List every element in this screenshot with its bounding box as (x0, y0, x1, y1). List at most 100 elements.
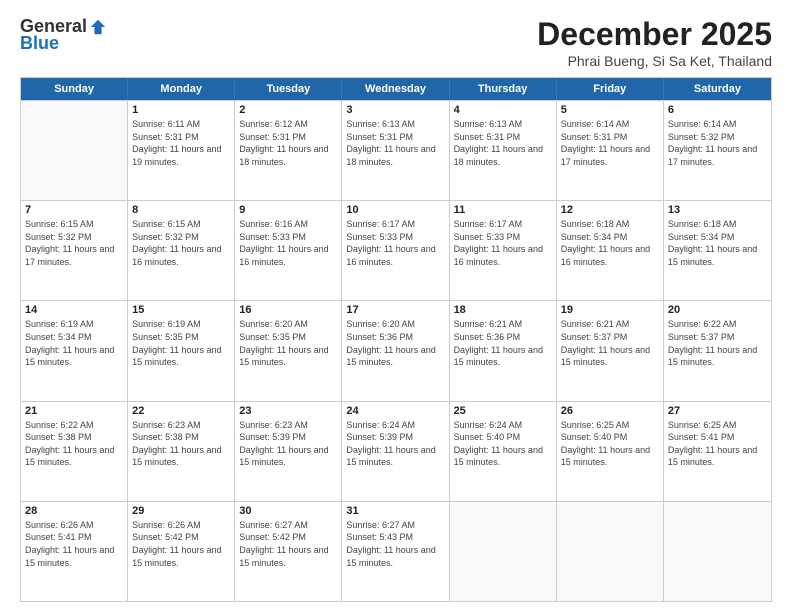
calendar-cell: 14Sunrise: 6:19 AMSunset: 5:34 PMDayligh… (21, 301, 128, 400)
day-number: 25 (454, 405, 552, 417)
calendar-cell (664, 502, 771, 601)
day-number: 12 (561, 204, 659, 216)
cal-header-day: Monday (128, 78, 235, 100)
calendar-cell: 1Sunrise: 6:11 AMSunset: 5:31 PMDaylight… (128, 101, 235, 200)
day-number: 10 (346, 204, 444, 216)
day-number: 5 (561, 104, 659, 116)
day-info: Sunrise: 6:24 AMSunset: 5:40 PMDaylight:… (454, 419, 552, 469)
day-number: 20 (668, 304, 767, 316)
day-info: Sunrise: 6:23 AMSunset: 5:38 PMDaylight:… (132, 419, 230, 469)
day-number: 28 (25, 505, 123, 517)
day-number: 26 (561, 405, 659, 417)
day-number: 21 (25, 405, 123, 417)
day-info: Sunrise: 6:26 AMSunset: 5:41 PMDaylight:… (25, 519, 123, 569)
calendar-cell: 6 Sunrise: 6:14 AMSunset: 5:32 PMDaylight… (664, 101, 771, 200)
day-info: Sunrise: 6:15 AMSunset: 5:32 PMDaylight:… (25, 218, 123, 268)
cal-header-day: Saturday (664, 78, 771, 100)
day-info: Sunrise: 6:20 AMSunset: 5:35 PMDaylight:… (239, 318, 337, 368)
calendar-cell: 16 Sunrise: 6:20 AMSunset: 5:35 PMDayligh… (235, 301, 342, 400)
calendar-cell: 20 Sunrise: 6:22 AMSunset: 5:37 PMDayligh… (664, 301, 771, 400)
calendar-cell: 27Sunrise: 6:25 AMSunset: 5:41 PMDayligh… (664, 402, 771, 501)
cal-header-day: Wednesday (342, 78, 449, 100)
day-info: Sunrise: 6:14 AMSunset: 5:32 PMDaylight:… (668, 118, 767, 168)
day-number: 2 (239, 104, 337, 116)
day-number: 1 (132, 104, 230, 116)
calendar-body: 1Sunrise: 6:11 AMSunset: 5:31 PMDaylight… (21, 100, 771, 601)
day-info: Sunrise: 6:13 AMSunset: 5:31 PMDaylight:… (346, 118, 444, 168)
day-number: 4 (454, 104, 552, 116)
day-number: 18 (454, 304, 552, 316)
calendar-cell: 30Sunrise: 6:27 AMSunset: 5:42 PMDayligh… (235, 502, 342, 601)
day-info: Sunrise: 6:18 AMSunset: 5:34 PMDaylight:… (668, 218, 767, 268)
calendar-cell: 31 Sunrise: 6:27 AMSunset: 5:43 PMDayligh… (342, 502, 449, 601)
day-info: Sunrise: 6:25 AMSunset: 5:41 PMDaylight:… (668, 419, 767, 469)
day-info: Sunrise: 6:21 AMSunset: 5:36 PMDaylight:… (454, 318, 552, 368)
calendar-cell: 29Sunrise: 6:26 AMSunset: 5:42 PMDayligh… (128, 502, 235, 601)
calendar-header: SundayMondayTuesdayWednesdayThursdayFrid… (21, 78, 771, 100)
day-info: Sunrise: 6:19 AMSunset: 5:35 PMDaylight:… (132, 318, 230, 368)
calendar-cell: 10 Sunrise: 6:17 AMSunset: 5:33 PMDayligh… (342, 201, 449, 300)
calendar-week: 14Sunrise: 6:19 AMSunset: 5:34 PMDayligh… (21, 300, 771, 400)
day-number: 11 (454, 204, 552, 216)
day-number: 3 (346, 104, 444, 116)
day-info: Sunrise: 6:19 AMSunset: 5:34 PMDaylight:… (25, 318, 123, 368)
day-number: 7 (25, 204, 123, 216)
calendar-cell: 21 Sunrise: 6:22 AMSunset: 5:38 PMDayligh… (21, 402, 128, 501)
day-number: 13 (668, 204, 767, 216)
day-info: Sunrise: 6:24 AMSunset: 5:39 PMDaylight:… (346, 419, 444, 469)
day-number: 30 (239, 505, 337, 517)
day-number: 24 (346, 405, 444, 417)
calendar-week: 28 Sunrise: 6:26 AMSunset: 5:41 PMDayligh… (21, 501, 771, 601)
day-info: Sunrise: 6:17 AMSunset: 5:33 PMDaylight:… (346, 218, 444, 268)
day-info: Sunrise: 6:13 AMSunset: 5:31 PMDaylight:… (454, 118, 552, 168)
day-info: Sunrise: 6:23 AMSunset: 5:39 PMDaylight:… (239, 419, 337, 469)
day-info: Sunrise: 6:17 AMSunset: 5:33 PMDaylight:… (454, 218, 552, 268)
calendar-cell: 23Sunrise: 6:23 AMSunset: 5:39 PMDayligh… (235, 402, 342, 501)
calendar-cell: 15 Sunrise: 6:19 AMSunset: 5:35 PMDayligh… (128, 301, 235, 400)
calendar-cell: 25 Sunrise: 6:24 AMSunset: 5:40 PMDayligh… (450, 402, 557, 501)
month-title: December 2025 (537, 16, 772, 53)
calendar-cell: 5Sunrise: 6:14 AMSunset: 5:31 PMDaylight… (557, 101, 664, 200)
calendar-cell: 12 Sunrise: 6:18 AMSunset: 5:34 PMDayligh… (557, 201, 664, 300)
day-number: 17 (346, 304, 444, 316)
calendar-cell: 3 Sunrise: 6:13 AMSunset: 5:31 PMDaylight… (342, 101, 449, 200)
calendar-cell: 19 Sunrise: 6:21 AMSunset: 5:37 PMDayligh… (557, 301, 664, 400)
day-info: Sunrise: 6:22 AMSunset: 5:38 PMDaylight:… (25, 419, 123, 469)
day-info: Sunrise: 6:22 AMSunset: 5:37 PMDaylight:… (668, 318, 767, 368)
calendar-cell: 18 Sunrise: 6:21 AMSunset: 5:36 PMDayligh… (450, 301, 557, 400)
logo-icon (89, 18, 107, 36)
day-number: 22 (132, 405, 230, 417)
day-info: Sunrise: 6:21 AMSunset: 5:37 PMDaylight:… (561, 318, 659, 368)
calendar-cell: 13 Sunrise: 6:18 AMSunset: 5:34 PMDayligh… (664, 201, 771, 300)
calendar-cell: 2 Sunrise: 6:12 AMSunset: 5:31 PMDaylight… (235, 101, 342, 200)
day-info: Sunrise: 6:12 AMSunset: 5:31 PMDaylight:… (239, 118, 337, 168)
day-number: 31 (346, 505, 444, 517)
calendar-cell: 9 Sunrise: 6:16 AMSunset: 5:33 PMDaylight… (235, 201, 342, 300)
calendar-week: 21 Sunrise: 6:22 AMSunset: 5:38 PMDayligh… (21, 401, 771, 501)
logo-blue: Blue (20, 33, 59, 54)
day-number: 19 (561, 304, 659, 316)
day-number: 6 (668, 104, 767, 116)
calendar-cell (450, 502, 557, 601)
location-subtitle: Phrai Bueng, Si Sa Ket, Thailand (537, 53, 772, 69)
day-number: 16 (239, 304, 337, 316)
calendar: SundayMondayTuesdayWednesdayThursdayFrid… (20, 77, 772, 602)
day-info: Sunrise: 6:18 AMSunset: 5:34 PMDaylight:… (561, 218, 659, 268)
calendar-cell: 26Sunrise: 6:25 AMSunset: 5:40 PMDayligh… (557, 402, 664, 501)
cal-header-day: Sunday (21, 78, 128, 100)
day-info: Sunrise: 6:27 AMSunset: 5:43 PMDaylight:… (346, 519, 444, 569)
calendar-week: 7 Sunrise: 6:15 AMSunset: 5:32 PMDaylight… (21, 200, 771, 300)
calendar-cell: 11 Sunrise: 6:17 AMSunset: 5:33 PMDayligh… (450, 201, 557, 300)
cal-header-day: Thursday (450, 78, 557, 100)
calendar-cell: 17 Sunrise: 6:20 AMSunset: 5:36 PMDayligh… (342, 301, 449, 400)
day-number: 15 (132, 304, 230, 316)
day-info: Sunrise: 6:16 AMSunset: 5:33 PMDaylight:… (239, 218, 337, 268)
day-info: Sunrise: 6:20 AMSunset: 5:36 PMDaylight:… (346, 318, 444, 368)
calendar-cell (557, 502, 664, 601)
day-number: 29 (132, 505, 230, 517)
calendar-cell: 24 Sunrise: 6:24 AMSunset: 5:39 PMDayligh… (342, 402, 449, 501)
day-number: 9 (239, 204, 337, 216)
calendar-cell: 28 Sunrise: 6:26 AMSunset: 5:41 PMDayligh… (21, 502, 128, 601)
calendar-week: 1Sunrise: 6:11 AMSunset: 5:31 PMDaylight… (21, 100, 771, 200)
logo: General Blue (20, 16, 107, 54)
